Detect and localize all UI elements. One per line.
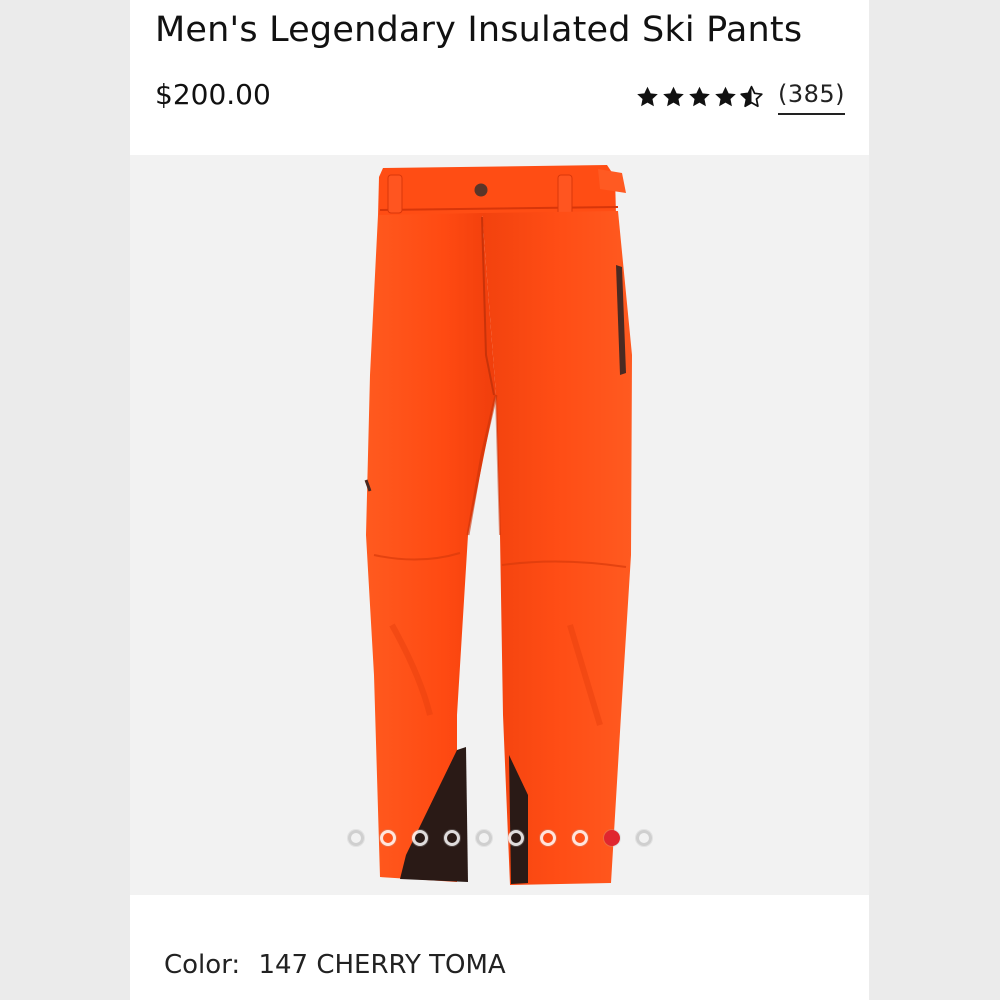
product-page: Men's Legendary Insulated Ski Pants $200…: [130, 0, 869, 1000]
star-icon: [715, 86, 736, 107]
carousel-dot[interactable]: [635, 830, 652, 846]
carousel-dot[interactable]: [475, 830, 492, 846]
review-count-link[interactable]: (385): [777, 80, 845, 115]
product-image-carousel[interactable]: [130, 155, 869, 895]
star-icon: [689, 86, 710, 107]
carousel-dot-active[interactable]: [603, 830, 620, 846]
product-rating[interactable]: (385): [634, 80, 845, 120]
product-image-ski-pants: [364, 165, 632, 885]
half-star-icon: [740, 85, 763, 108]
rating-stars: [634, 84, 764, 110]
carousel-dot[interactable]: [443, 830, 460, 846]
color-selector: Color: 147 CHERRY TOMA: [164, 950, 506, 980]
carousel-dot[interactable]: [571, 830, 588, 846]
star-icon: [637, 86, 658, 107]
background-right: [870, 0, 1000, 1000]
carousel-dot[interactable]: [347, 830, 364, 846]
color-value: 147 CHERRY TOMA: [258, 950, 506, 980]
carousel-dot[interactable]: [539, 830, 556, 846]
star-icon: [663, 86, 684, 107]
product-header: Men's Legendary Insulated Ski Pants $200…: [130, 0, 869, 155]
color-label: Color:: [164, 950, 241, 980]
carousel-indicators: [130, 828, 869, 848]
carousel-dot[interactable]: [507, 830, 524, 846]
carousel-dot[interactable]: [411, 830, 428, 846]
product-title: Men's Legendary Insulated Ski Pants: [155, 10, 803, 50]
carousel-dot[interactable]: [379, 830, 396, 846]
product-price: $200.00: [155, 78, 271, 111]
background-left: [0, 0, 130, 1000]
